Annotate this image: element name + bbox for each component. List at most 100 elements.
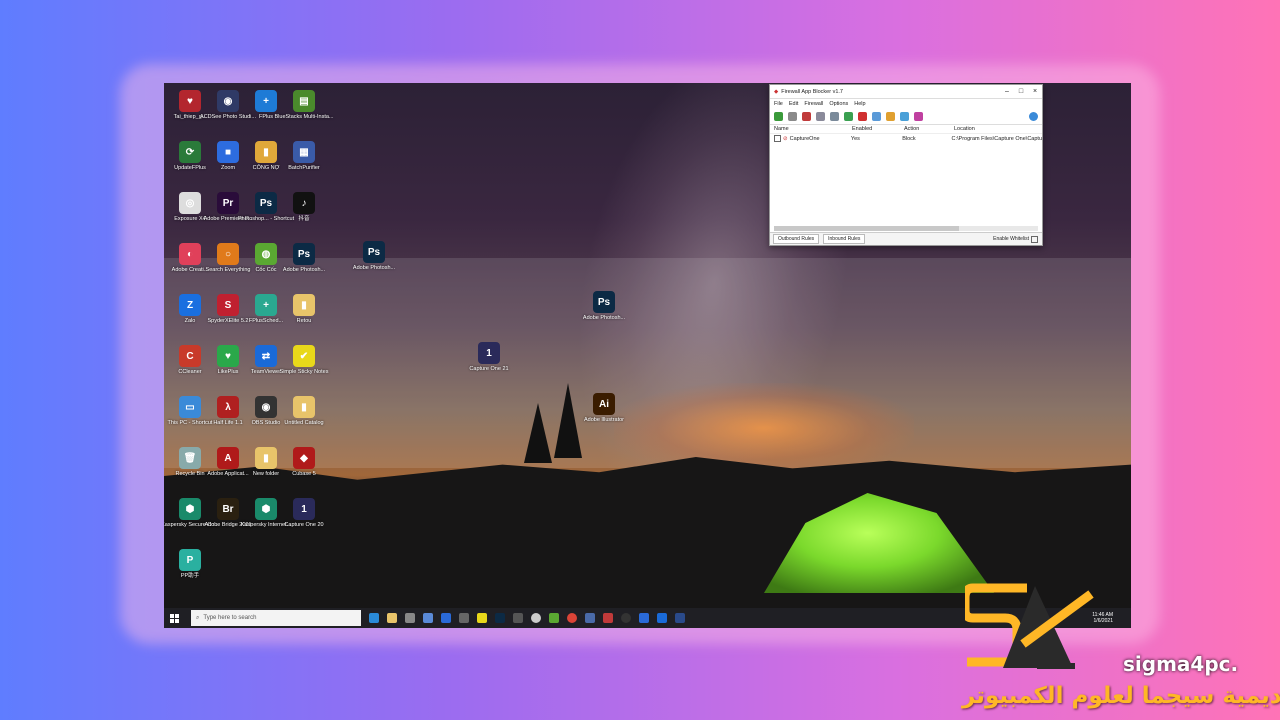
col-enabled[interactable]: Enabled xyxy=(852,126,904,132)
firewall-settings-icon[interactable] xyxy=(816,111,825,121)
app-icon: ▤ xyxy=(293,90,315,112)
desktop-icon[interactable]: Ps Adobe Photosh... xyxy=(352,241,396,271)
photoshop-icon[interactable] xyxy=(495,613,505,623)
table-row[interactable]: ⊘ CaptureOne Yes Block C:\Program Files\… xyxy=(770,134,1042,143)
menu-edit[interactable]: Edit xyxy=(789,101,798,107)
desktop-icon[interactable]: S SpyderXElite 5.2 xyxy=(208,294,248,324)
desktop-icon-label: Half Life 1.1 xyxy=(213,420,243,426)
close-button[interactable]: × xyxy=(1028,88,1042,95)
network-icon[interactable] xyxy=(830,111,839,121)
file-explorer-icon[interactable] xyxy=(387,613,397,623)
desktop-icon-label: CÔNG NỢ xyxy=(252,165,280,171)
info-icon[interactable] xyxy=(900,111,909,121)
taskbar-app-icon[interactable] xyxy=(405,613,415,623)
desktop-icon-label: Zoom xyxy=(220,165,236,171)
windows-start-icon[interactable] xyxy=(170,613,179,623)
whitelist-checkbox[interactable] xyxy=(1031,235,1038,243)
chrome-icon[interactable] xyxy=(567,613,577,623)
app-icon: ⬢ xyxy=(179,498,201,520)
menu-options[interactable]: Options xyxy=(829,101,848,107)
desktop-icon-label: This PC - Shortcut xyxy=(167,420,213,426)
desktop-icon[interactable]: 1 Capture One 21 xyxy=(469,342,509,372)
desktop-icon[interactable]: ◐ Adobe Creati... xyxy=(170,243,210,273)
col-location[interactable]: Location xyxy=(954,126,975,132)
col-action[interactable]: Action xyxy=(904,126,954,132)
teamviewer-icon[interactable] xyxy=(657,613,667,623)
tab-outbound-rules[interactable]: Outbound Rules xyxy=(773,234,820,244)
add-folder-icon[interactable] xyxy=(788,111,797,121)
rule-enabled: Yes xyxy=(850,135,860,142)
taskbar-app-icon[interactable] xyxy=(513,613,523,623)
desktop-icon[interactable]: ▮ Retou xyxy=(284,294,324,324)
sticky-notes-icon[interactable] xyxy=(477,613,487,623)
taskbar-app-icon[interactable] xyxy=(441,613,451,623)
desktop-icon[interactable]: ◆ Cubase 5 xyxy=(284,447,324,477)
desktop-icon-label: Capture One 21 xyxy=(469,366,509,372)
desktop-icon[interactable]: ▤ BlueStacks Multi-Insta... xyxy=(275,90,334,120)
obs-icon[interactable] xyxy=(621,613,631,623)
taskbar-app-icon[interactable] xyxy=(585,613,595,623)
minimize-button[interactable]: – xyxy=(1000,88,1014,95)
whitelist-toggle[interactable]: Enable Whitelist xyxy=(993,235,1038,243)
add-icon[interactable] xyxy=(774,111,783,121)
warning-icon[interactable] xyxy=(886,111,895,121)
desktop-icon[interactable]: ▮ CÔNG NỢ xyxy=(246,141,286,171)
allow-icon[interactable] xyxy=(844,111,853,121)
desktop-icon[interactable]: ⟳ UpdateFPlus xyxy=(170,141,210,171)
desktop-icon-label: SpyderXElite 5.2 xyxy=(207,318,249,324)
desktop-icon-label: Simple Sticky Notes xyxy=(279,369,329,375)
block-icon[interactable] xyxy=(858,111,867,121)
desktop-icon[interactable]: Ps Photoshop... - Shortcut xyxy=(238,192,294,222)
gear-icon[interactable] xyxy=(914,111,923,121)
desktop-icon[interactable]: ▭ This PC - Shortcut xyxy=(167,396,213,426)
taskbar-search-box[interactable]: ⌕ Type here to search xyxy=(191,610,361,626)
firewall-app-blocker-window[interactable]: ◆ Firewall App Blocker v1.7 – □ × File E… xyxy=(769,84,1043,246)
desktop-icon[interactable]: ⬢ Kaspersky Internet... xyxy=(241,498,291,528)
row-checkbox[interactable] xyxy=(774,135,781,142)
desktop-icon[interactable]: Ps Adobe Photosh... xyxy=(583,291,625,321)
taskbar-app-icon[interactable] xyxy=(549,613,559,623)
menu-file[interactable]: File xyxy=(774,101,783,107)
app-icon: ⇄ xyxy=(255,345,277,367)
desktop-icon[interactable]: ○ Search Everything xyxy=(206,243,250,273)
desktop-icon[interactable]: Ai Adobe Illustrator xyxy=(584,393,624,423)
taskbar-app-icon[interactable] xyxy=(639,613,649,623)
desktop-icon[interactable]: C CCleaner xyxy=(170,345,210,375)
desktop-icon[interactable]: ◉ ACDSee Photo Studi... xyxy=(200,90,256,120)
desktop-icon[interactable]: + FPlusSched... xyxy=(246,294,286,324)
desktop-icon[interactable]: Ps Adobe Photosh... xyxy=(283,243,325,273)
desktop-icon[interactable]: ◉ OBS Studio xyxy=(246,396,286,426)
taskbar-app-icon[interactable] xyxy=(531,613,541,623)
sigma-logo xyxy=(965,583,1094,669)
desktop-icon-label: Adobe Photosh... xyxy=(352,265,396,271)
desktop-icon[interactable]: A Adobe Applicat... xyxy=(207,447,249,477)
desktop-icon[interactable]: ✔ Simple Sticky Notes xyxy=(280,345,328,375)
taskbar-app-icon[interactable] xyxy=(675,613,685,623)
remove-icon[interactable] xyxy=(802,111,811,121)
taskbar-app-icon[interactable] xyxy=(423,613,433,623)
desktop-icon[interactable]: ◍ Cốc Cốc xyxy=(246,243,286,273)
col-name[interactable]: Name xyxy=(770,126,852,132)
tab-inbound-rules[interactable]: Inbound Rules xyxy=(823,234,866,244)
desktop-icon[interactable]: ♪ 抖音 xyxy=(284,192,324,222)
refresh-icon[interactable] xyxy=(872,111,881,121)
desktop-icon[interactable]: ▮ New folder xyxy=(246,447,286,477)
water-drop-icon[interactable] xyxy=(1029,111,1038,121)
maximize-button[interactable]: □ xyxy=(1014,88,1028,95)
desktop-icon[interactable]: 1 Capture One 20 xyxy=(284,498,324,528)
menu-firewall[interactable]: Firewall xyxy=(804,101,823,107)
window-titlebar[interactable]: ◆ Firewall App Blocker v1.7 – □ × xyxy=(770,85,1042,99)
desktop-icon[interactable]: Z Zalo xyxy=(170,294,210,324)
desktop-icon[interactable]: P PP助手 xyxy=(170,549,210,579)
desktop-icon[interactable]: λ Half Life 1.1 xyxy=(208,396,248,426)
edge-icon[interactable] xyxy=(369,613,379,623)
firewall-app-blocker-icon[interactable] xyxy=(603,613,613,623)
desktop-icon[interactable]: ▦ BatchPurifier xyxy=(284,141,324,171)
desktop-icon[interactable]: ▮ Untitled Catalog xyxy=(284,396,324,426)
horizontal-scrollbar[interactable] xyxy=(774,226,1038,231)
menu-help[interactable]: Help xyxy=(854,101,865,107)
desktop-icon[interactable]: 🗑 Recycle Bin xyxy=(170,447,210,477)
desktop-icon[interactable]: ■ Zoom xyxy=(208,141,248,171)
taskbar-app-icon[interactable] xyxy=(459,613,469,623)
desktop-icon[interactable]: ♥ LikePlus xyxy=(208,345,248,375)
